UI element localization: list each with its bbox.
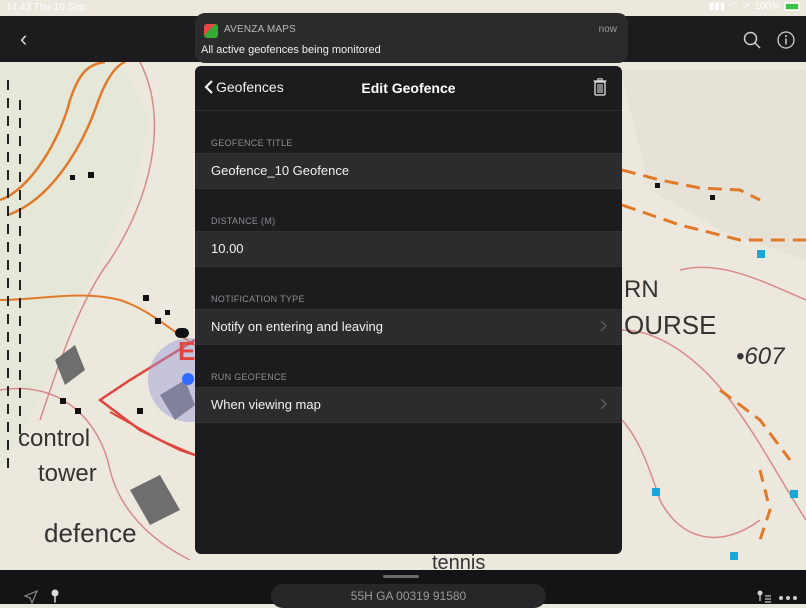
distance-value: 10.00: [211, 241, 244, 256]
wifi-icon: ◠: [729, 1, 739, 12]
panel-nav-bar: Geofences Edit Geofence: [195, 66, 622, 111]
avenza-app-icon: [204, 24, 218, 38]
battery-percent: 100%: [754, 1, 780, 12]
section-label-notification-type: NOTIFICATION TYPE: [211, 294, 305, 304]
map-label-tower: tower: [38, 460, 97, 487]
back-icon[interactable]: ‹: [20, 28, 27, 50]
section-label-run-geofence: RUN GEOFENCE: [211, 372, 288, 382]
trash-icon[interactable]: [593, 78, 607, 96]
battery-icon: [784, 2, 800, 11]
geofence-title-field[interactable]: Geofence_10 Geofence: [195, 153, 622, 189]
map-label-elevation: •607: [736, 343, 785, 370]
distance-field[interactable]: 10.00: [195, 231, 622, 267]
layers-list-icon[interactable]: [756, 589, 772, 603]
map-label-control: control: [18, 425, 91, 452]
notification-time: now: [598, 24, 617, 35]
status-time: 14:43 Thu 10 Sep: [6, 2, 86, 13]
coordinates-readout: 55H GA 00319 91580: [350, 589, 467, 603]
run-geofence-value: When viewing map: [211, 397, 321, 412]
map-label-e: E: [178, 336, 196, 366]
notification-banner[interactable]: AVENZA MAPS now All active geofences bei…: [195, 13, 628, 63]
section-label-title: GEOFENCE TITLE: [211, 138, 293, 148]
map-label-defence: defence: [44, 518, 137, 548]
geofence-title-value: Geofence_10 Geofence: [211, 163, 350, 178]
panel-drag-handle[interactable]: [383, 575, 419, 578]
info-icon[interactable]: [777, 31, 795, 49]
run-geofence-row[interactable]: When viewing map: [195, 387, 622, 423]
pin-icon[interactable]: [50, 589, 60, 603]
map-label-rn: RN: [624, 276, 659, 303]
more-icon[interactable]: [778, 595, 798, 601]
section-label-distance: DISTANCE (M): [211, 216, 276, 226]
edit-geofence-panel: Geofences Edit Geofence GEOFENCE TITLE G…: [195, 66, 622, 554]
location-arrow-icon[interactable]: [24, 590, 38, 604]
search-icon[interactable]: [743, 31, 761, 49]
panel-title: Edit Geofence: [361, 80, 456, 96]
notification-app-name: AVENZA MAPS: [224, 24, 297, 35]
notification-type-value: Notify on entering and leaving: [211, 319, 384, 334]
location-arrow-icon: ➚: [742, 1, 751, 12]
geofence-center-dot: [182, 373, 194, 385]
status-indicators: ▮▮▮ ◠ ➚ 100%: [709, 1, 800, 12]
notification-message: All active geofences being monitored: [201, 44, 381, 56]
signal-icon: ▮▮▮: [708, 1, 726, 12]
chevron-right-icon: [600, 320, 607, 332]
map-label-course: OURSE: [624, 310, 717, 340]
notification-type-row[interactable]: Notify on entering and leaving: [195, 309, 622, 345]
chevron-right-icon: [600, 398, 607, 410]
